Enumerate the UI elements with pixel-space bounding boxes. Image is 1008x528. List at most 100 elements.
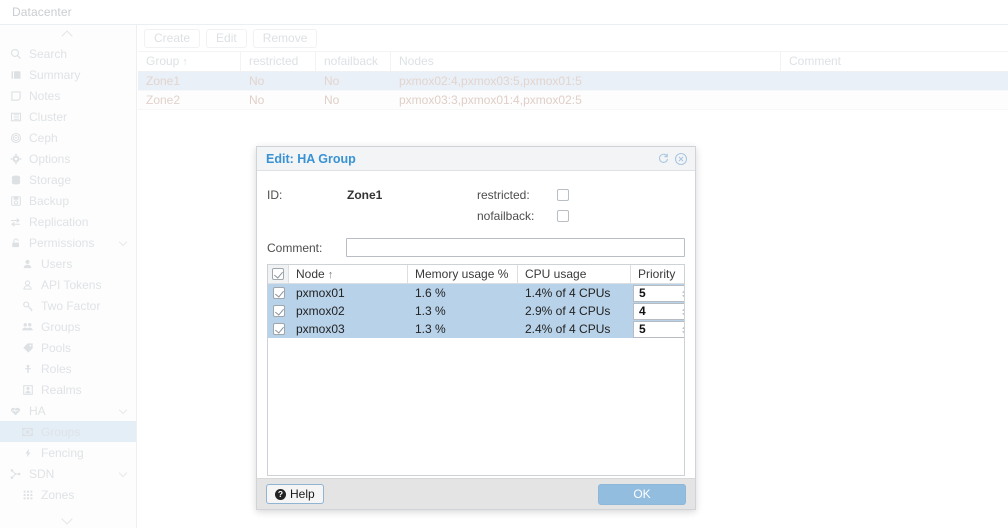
sidebar-item-label: Storage bbox=[29, 173, 71, 187]
dialog-body: ID: Zone1 restricted: nofailback: bbox=[257, 171, 695, 493]
column-header-node[interactable]: Node↑ bbox=[289, 265, 408, 283]
search-icon bbox=[8, 47, 23, 61]
sidebar-item-summary[interactable]: Summary bbox=[0, 64, 136, 85]
sidebar-item-label: Groups bbox=[41, 320, 80, 334]
spinner-arrows-icon[interactable] bbox=[682, 288, 685, 300]
chevron-down-icon[interactable] bbox=[120, 239, 127, 246]
sidebar-item-label: Permissions bbox=[29, 236, 94, 250]
node-row-checkbox[interactable] bbox=[273, 323, 285, 335]
sidebar-item-backup[interactable]: Backup bbox=[0, 190, 136, 211]
sidebar-item-groups[interactable]: Groups bbox=[0, 316, 136, 337]
column-header-group[interactable]: Group↑ bbox=[138, 52, 241, 71]
breadcrumb[interactable]: Datacenter bbox=[0, 5, 72, 19]
backup-icon bbox=[8, 194, 23, 208]
ok-button[interactable]: OK bbox=[598, 484, 686, 505]
sidebar-item-label: Replication bbox=[29, 215, 88, 229]
sidebar-item-pools[interactable]: Pools bbox=[0, 337, 136, 358]
sidebar-item-cluster[interactable]: Cluster bbox=[0, 106, 136, 127]
sidebar-item-groups[interactable]: Groups bbox=[0, 421, 136, 442]
sidebar-item-zones[interactable]: Zones bbox=[0, 484, 136, 505]
sidebar-item-sdn[interactable]: SDN bbox=[0, 463, 136, 484]
node-row-checkbox-cell[interactable] bbox=[268, 287, 289, 299]
close-icon[interactable] bbox=[673, 151, 689, 167]
sidebar-item-label: Two Factor bbox=[41, 299, 100, 313]
sidebar-item-permissions[interactable]: Permissions bbox=[0, 232, 136, 253]
sidebar-item-label: Realms bbox=[41, 383, 82, 397]
sidebar-item-users[interactable]: Users bbox=[0, 253, 136, 274]
sidebar-item-realms[interactable]: Realms bbox=[0, 379, 136, 400]
nofailback-checkbox[interactable] bbox=[557, 210, 569, 222]
cell-nofailback: No bbox=[316, 91, 391, 109]
sidebar-item-notes[interactable]: Notes bbox=[0, 85, 136, 106]
node-row[interactable]: pxmox021.3 %2.9% of 4 CPUs4 bbox=[268, 302, 684, 320]
sidebar-item-fencing[interactable]: Fencing bbox=[0, 442, 136, 463]
cell-nodes: pxmox03:3,pxmox01:4,pxmox02:5 bbox=[391, 91, 781, 109]
column-header-cpu-usage[interactable]: CPU usage bbox=[518, 265, 631, 283]
node-row-checkbox[interactable] bbox=[273, 305, 285, 317]
sidebar-item-ceph[interactable]: Ceph bbox=[0, 127, 136, 148]
breadcrumb-bar: Datacenter bbox=[0, 0, 1008, 25]
select-all-header-cell[interactable] bbox=[268, 265, 289, 283]
reload-icon[interactable] bbox=[655, 151, 671, 167]
sidebar-item-two-factor[interactable]: Two Factor bbox=[0, 295, 136, 316]
help-button[interactable]: ? Help bbox=[266, 484, 324, 504]
cell-memory: 1.3 % bbox=[408, 320, 518, 338]
cell-group: Zone2 bbox=[138, 91, 241, 109]
table-row[interactable]: Zone2NoNopxmox03:3,pxmox01:4,pxmox02:5 bbox=[138, 91, 1008, 110]
priority-spinner[interactable]: 4 bbox=[633, 303, 685, 320]
priority-spinner[interactable]: 5 bbox=[633, 321, 685, 338]
column-header-nodes[interactable]: Nodes bbox=[391, 52, 781, 71]
column-header-nofailback[interactable]: nofailback bbox=[316, 52, 391, 71]
cell-nodes: pxmox02:4,pxmox03:5,pxmox01:5 bbox=[391, 72, 781, 90]
ha-groups-icon bbox=[20, 425, 35, 439]
ceph-icon bbox=[8, 131, 23, 145]
cell-node: pxmox01 bbox=[289, 284, 408, 302]
node-row[interactable]: pxmox011.6 %1.4% of 4 CPUs5 bbox=[268, 284, 684, 302]
column-header-priority[interactable]: Priority bbox=[631, 265, 685, 283]
node-row[interactable]: pxmox031.3 %2.4% of 4 CPUs5 bbox=[268, 320, 684, 338]
edit-button[interactable]: Edit bbox=[206, 29, 247, 48]
node-table-body: pxmox011.6 %1.4% of 4 CPUs5pxmox021.3 %2… bbox=[268, 284, 684, 338]
sidebar-item-ha[interactable]: HA bbox=[0, 400, 136, 421]
remove-button[interactable]: Remove bbox=[253, 29, 318, 48]
help-icon: ? bbox=[275, 489, 286, 500]
cell-priority: 5 bbox=[631, 285, 685, 302]
column-header-restricted[interactable]: restricted bbox=[241, 52, 316, 71]
sidebar-item-api-tokens[interactable]: API Tokens bbox=[0, 274, 136, 295]
sidebar-scroll-down[interactable] bbox=[0, 507, 136, 527]
cell-node: pxmox02 bbox=[289, 302, 408, 320]
node-row-checkbox[interactable] bbox=[273, 287, 285, 299]
sidebar: SearchSummaryNotesClusterCephOptions Stor… bbox=[0, 25, 137, 528]
key-icon bbox=[20, 299, 35, 313]
sidebar-scroll-up[interactable] bbox=[0, 25, 136, 43]
column-header-node-label: Node bbox=[296, 267, 325, 281]
spinner-arrows-icon[interactable] bbox=[682, 306, 685, 318]
priority-spinner[interactable]: 5 bbox=[633, 285, 685, 302]
chevron-down-icon[interactable] bbox=[120, 407, 127, 414]
chevron-down-icon[interactable] bbox=[120, 470, 127, 477]
sidebar-item-replication[interactable]: Replication bbox=[0, 211, 136, 232]
dialog-form-right-column: restricted: nofailback: bbox=[477, 184, 685, 226]
create-button[interactable]: Create bbox=[144, 29, 200, 48]
restricted-label: restricted: bbox=[477, 188, 557, 202]
sidebar-nav-list: SearchSummaryNotesClusterCephOptions Stor… bbox=[0, 43, 136, 505]
grid-body: Zone1NoNopxmox02:4,pxmox03:5,pxmox01:5Zo… bbox=[138, 72, 1008, 110]
select-all-checkbox[interactable] bbox=[272, 268, 284, 280]
comment-input[interactable] bbox=[346, 238, 685, 257]
sidebar-item-roles[interactable]: Roles bbox=[0, 358, 136, 379]
sidebar-item-options[interactable]: Options bbox=[0, 148, 136, 169]
node-row-checkbox-cell[interactable] bbox=[268, 323, 289, 335]
sidebar-item-storage[interactable]: Storage bbox=[0, 169, 136, 190]
restricted-checkbox[interactable] bbox=[557, 189, 569, 201]
column-header-memory-usage[interactable]: Memory usage % bbox=[408, 265, 518, 283]
column-header-comment[interactable]: Comment bbox=[781, 52, 1001, 71]
roles-icon bbox=[20, 362, 35, 376]
node-row-checkbox-cell[interactable] bbox=[268, 305, 289, 317]
edit-ha-group-dialog: Edit: HA Group ID: Zone1 restricted: bbox=[256, 146, 696, 510]
zones-icon bbox=[20, 488, 35, 502]
table-row[interactable]: Zone1NoNopxmox02:4,pxmox03:5,pxmox01:5 bbox=[138, 72, 1008, 91]
cluster-icon bbox=[8, 110, 23, 124]
spinner-arrows-icon[interactable] bbox=[682, 324, 685, 336]
notes-icon bbox=[8, 89, 23, 103]
sidebar-item-search[interactable]: Search bbox=[0, 43, 136, 64]
